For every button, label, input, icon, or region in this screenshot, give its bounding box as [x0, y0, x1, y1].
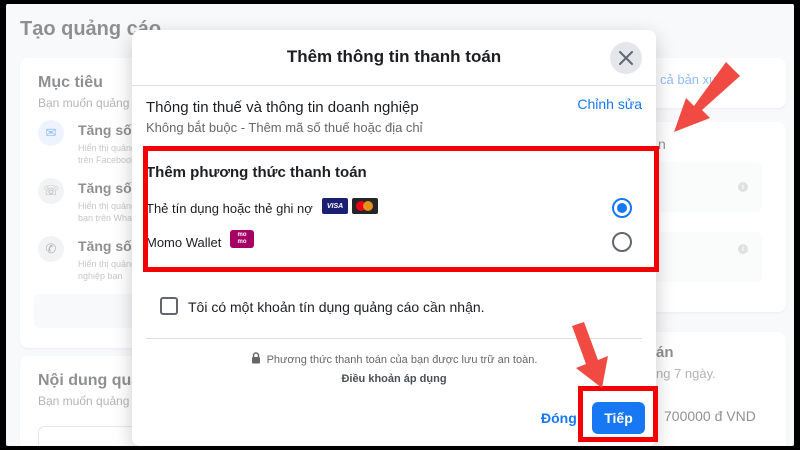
close-icon [619, 51, 633, 65]
payment-highlight-box [143, 146, 659, 272]
close-button[interactable] [610, 42, 642, 74]
credit-checkbox-row[interactable]: Tôi có một khoản tín dụng quảng cáo cần … [160, 296, 630, 318]
credit-checkbox[interactable] [160, 297, 178, 315]
arrow-icon [674, 62, 740, 132]
close-text-button[interactable]: Đóng [541, 410, 577, 426]
edit-tax-link[interactable]: Chỉnh sửa [577, 96, 642, 112]
modal-title: Thêm thông tin thanh toán [286, 47, 502, 66]
tax-info-subtitle: Không bắt buộc - Thêm mã số thuế hoặc đị… [146, 120, 423, 135]
tax-info-title: Thông tin thuế và thông tin doanh nghiệp [146, 99, 419, 116]
arrow-icon [572, 322, 608, 388]
next-highlight-box [578, 386, 658, 442]
credit-checkbox-label: Tôi có một khoản tín dụng quảng cáo cần … [188, 299, 485, 315]
lock-icon [251, 352, 260, 364]
secure-note-text: Phương thức thanh toán của bạn được lưu … [266, 354, 538, 366]
modal-header: Thêm thông tin thanh toán [132, 30, 656, 86]
